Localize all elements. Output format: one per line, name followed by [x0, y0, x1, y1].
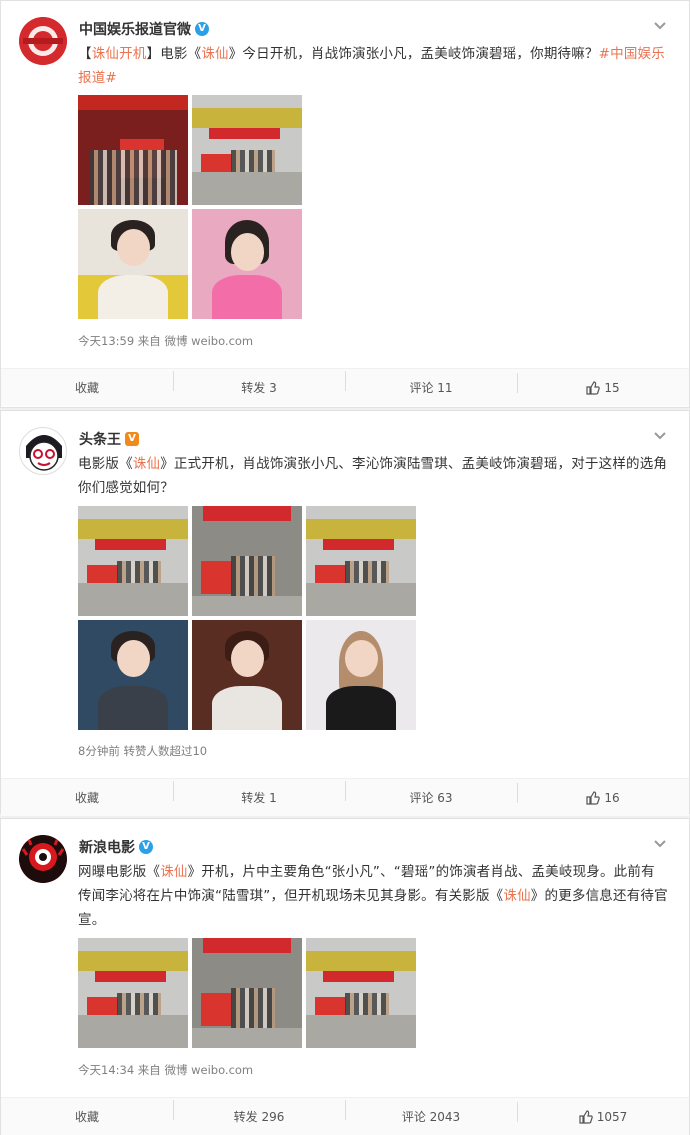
- text-part: 》正式开机，肖战饰演张小凡、李沁饰演陆雪琪、孟美岐饰演碧瑶，对于这样的选角你们感…: [78, 456, 668, 496]
- photo-thumbnail[interactable]: [192, 209, 302, 319]
- like-count: 15: [604, 380, 620, 395]
- favorite-button[interactable]: 收藏: [1, 789, 173, 806]
- link-text[interactable]: 诛仙: [160, 864, 187, 880]
- link-text[interactable]: 诛仙: [503, 888, 530, 904]
- favorite-button[interactable]: 收藏: [1, 379, 173, 396]
- photo-thumbnail[interactable]: [192, 95, 302, 205]
- post-meta: 今天13:59 来自 微博 weibo.com: [78, 334, 254, 348]
- repost-button[interactable]: 转发 296: [173, 1100, 345, 1125]
- repost-button[interactable]: 转发 1: [173, 781, 345, 806]
- comment-label: 评论 11: [409, 381, 453, 395]
- repost-label: 转发 3: [241, 381, 277, 395]
- post-meta: 今天14:34 来自 微博 weibo.com: [78, 1063, 254, 1077]
- text-part: 电影版《: [78, 456, 133, 472]
- photo-thumbnail[interactable]: [78, 95, 188, 205]
- chevron-down-icon[interactable]: [653, 839, 667, 849]
- text-part: 》今日开机，肖战饰演张小凡，孟美岐饰演碧瑶，你期待嘛？: [228, 46, 599, 62]
- comment-label: 评论 2043: [401, 1110, 461, 1124]
- post-text: 网曝电影版《诛仙》开机，片中主要角色“张小凡”、“碧瑶”的饰演者肖战、孟美岐现身…: [78, 860, 668, 932]
- image-grid: [78, 938, 416, 1048]
- avatar[interactable]: [19, 835, 67, 883]
- like-button[interactable]: 1057: [517, 1101, 689, 1124]
- comment-button[interactable]: 评论 2043: [345, 1100, 517, 1125]
- username-text[interactable]: 新浪电影: [79, 837, 135, 857]
- action-bar: 收藏 转发 3 评论 11 15: [1, 368, 689, 406]
- link-text[interactable]: 诛仙: [133, 456, 160, 472]
- username[interactable]: 中国娱乐报道官微 V: [79, 19, 209, 39]
- photo-thumbnail[interactable]: [192, 938, 302, 1048]
- action-bar: 收藏 转发 1 评论 63 16: [1, 778, 689, 816]
- image-grid: [78, 95, 302, 319]
- like-count: 1057: [596, 1109, 628, 1124]
- text-part: 网曝电影版《: [78, 864, 161, 880]
- photo-thumbnail[interactable]: [78, 506, 188, 616]
- photo-thumbnail[interactable]: [78, 209, 188, 319]
- verified-badge-icon: V: [195, 22, 209, 36]
- photo-thumbnail[interactable]: [78, 938, 188, 1048]
- favorite-label: 收藏: [74, 381, 99, 395]
- verified-badge-icon: V: [139, 840, 153, 854]
- photo-thumbnail[interactable]: [306, 938, 416, 1048]
- post-meta: 8分钟前 转赞人数超过10: [78, 744, 208, 758]
- image-grid: [78, 506, 416, 730]
- thumbs-up-icon: [586, 790, 601, 805]
- repost-label: 转发 296: [233, 1110, 285, 1124]
- avatar[interactable]: [19, 427, 67, 475]
- repost-label: 转发 1: [241, 791, 277, 805]
- text-part: 【: [78, 46, 92, 62]
- link-text[interactable]: 诛仙开机: [92, 46, 147, 62]
- photo-thumbnail[interactable]: [192, 506, 302, 616]
- post-text: 【诛仙开机】电影《诛仙》今日开机，肖战饰演张小凡，孟美岐饰演碧瑶，你期待嘛？#中…: [78, 42, 668, 90]
- thumbs-up-icon: [579, 1109, 593, 1124]
- photo-thumbnail[interactable]: [306, 506, 416, 616]
- verified-badge-icon: V: [125, 432, 139, 446]
- username-text[interactable]: 头条王: [79, 429, 121, 449]
- post-text: 电影版《诛仙》正式开机，肖战饰演张小凡、李沁饰演陆雪琪、孟美岐饰演碧瑶，对于这样…: [78, 452, 668, 500]
- chevron-down-icon[interactable]: [653, 431, 667, 441]
- username[interactable]: 头条王 V: [79, 429, 139, 449]
- comment-button[interactable]: 评论 11: [345, 371, 517, 396]
- text-part: 】电影《: [146, 46, 202, 62]
- post-card: 头条王 V 电影版《诛仙》正式开机，肖战饰演张小凡、李沁饰演陆雪琪、孟美岐饰演碧…: [0, 410, 690, 816]
- username[interactable]: 新浪电影 V: [79, 837, 153, 857]
- like-button[interactable]: 16: [517, 782, 689, 805]
- like-count: 16: [604, 790, 620, 805]
- comment-label: 评论 63: [409, 791, 453, 805]
- link-text[interactable]: 诛仙: [201, 46, 228, 62]
- comment-button[interactable]: 评论 63: [345, 781, 517, 806]
- chevron-down-icon[interactable]: [653, 21, 667, 31]
- like-button[interactable]: 15: [517, 372, 689, 395]
- favorite-label: 收藏: [74, 1110, 99, 1124]
- favorite-label: 收藏: [74, 791, 99, 805]
- thumbs-up-icon: [586, 380, 601, 395]
- post-card: 中国娱乐报道官微 V 【诛仙开机】电影《诛仙》今日开机，肖战饰演张小凡，孟美岐饰…: [0, 0, 690, 408]
- avatar[interactable]: [19, 17, 67, 65]
- favorite-button[interactable]: 收藏: [1, 1108, 173, 1125]
- username-text[interactable]: 中国娱乐报道官微: [79, 19, 191, 39]
- photo-thumbnail[interactable]: [306, 620, 416, 730]
- action-bar: 收藏 转发 296 评论 2043 1057: [1, 1097, 689, 1135]
- repost-button[interactable]: 转发 3: [173, 371, 345, 396]
- photo-thumbnail[interactable]: [192, 620, 302, 730]
- post-card: 新浪电影 V 网曝电影版《诛仙》开机，片中主要角色“张小凡”、“碧瑶”的饰演者肖…: [0, 818, 690, 1135]
- photo-thumbnail[interactable]: [78, 620, 188, 730]
